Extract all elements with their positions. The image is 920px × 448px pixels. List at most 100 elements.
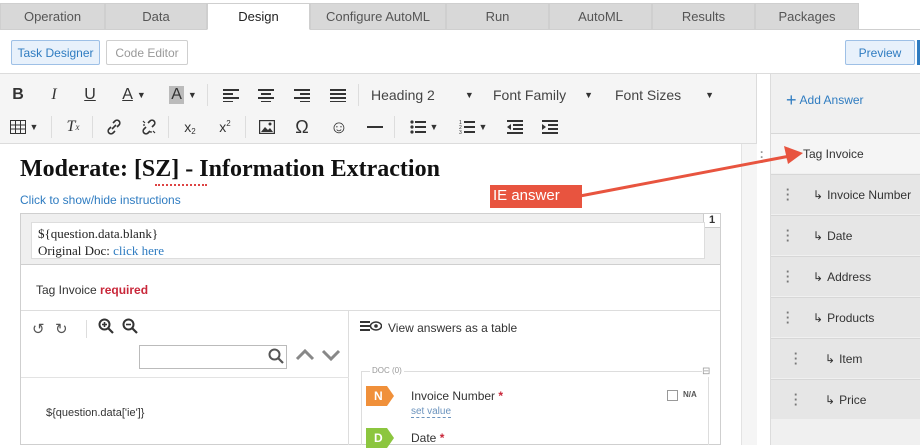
na-checkbox[interactable] [667, 390, 678, 401]
collapse-icon[interactable]: ⊟ [702, 366, 711, 377]
view-answers-table-link[interactable]: View answers as a table [360, 320, 517, 335]
sidebar-item-price[interactable]: · · · ↳ Price [771, 379, 920, 419]
drag-handle-icon[interactable]: · · · [791, 388, 801, 411]
font-family-select[interactable]: Font Family ▼ [493, 82, 598, 108]
text-color-icon[interactable]: A ▼ [114, 82, 154, 108]
image-icon[interactable] [256, 114, 278, 140]
bullet-list-icon[interactable]: ▼ [404, 114, 444, 140]
sidebar-item-tag-invoice[interactable]: · · · Tag Invoice [771, 133, 920, 173]
font-sizes-select-value: Font Sizes [615, 87, 682, 103]
code-editor-button[interactable]: Code Editor [106, 40, 188, 65]
invoice-number-field-label: Invoice Number * [411, 389, 503, 403]
search-prev-icon[interactable] [295, 348, 315, 366]
sidebar-gutter [757, 74, 770, 445]
drag-handle-icon[interactable]: · · · [783, 183, 793, 206]
superscript-icon[interactable]: x2 [214, 114, 236, 140]
hr-icon[interactable] [364, 114, 386, 140]
sidebar-item-label-text: Invoice Number [827, 187, 912, 202]
sidebar-item-date[interactable]: · · · ↳ Date [771, 215, 920, 255]
sidebar-item-address[interactable]: · · · ↳ Address [771, 256, 920, 296]
tab-automl[interactable]: AutoML [549, 3, 652, 30]
drag-handle-icon[interactable]: · · · [791, 347, 801, 370]
sidebar-item-label-text: Item [839, 351, 863, 366]
drag-handle-icon[interactable]: · · · [760, 146, 764, 168]
instructions-toggle-link[interactable]: Click to show/hide instructions [20, 193, 181, 207]
bold-icon[interactable]: B [8, 82, 28, 108]
numbered-list-icon[interactable]: 1 2 3 ▼ [453, 114, 493, 140]
tab-operation[interactable]: Operation [0, 3, 105, 30]
content-scrollbar[interactable] [741, 144, 757, 445]
set-value-link[interactable]: set value [411, 406, 452, 418]
align-center-icon[interactable] [255, 82, 277, 108]
toolbar-separator [207, 84, 208, 106]
editor-toolbar: B I U A ▼ A ▼ Heading 2 ▼ Font Family ▼ Font… [0, 74, 757, 144]
child-arrow-icon: ↳ [813, 228, 824, 243]
add-answer-label: Add Answer [799, 93, 864, 107]
highlight-icon[interactable]: A ▼ [162, 82, 204, 108]
tab-design[interactable]: Design [207, 3, 310, 30]
tab-run[interactable]: Run [446, 3, 549, 30]
drag-handle-icon[interactable]: · · · [783, 142, 793, 165]
font-sizes-select[interactable]: Font Sizes ▼ [615, 82, 720, 108]
pane-divider[interactable] [348, 311, 349, 445]
tab-packages[interactable]: Packages [755, 3, 859, 30]
subscript-icon[interactable]: x2 [179, 114, 201, 140]
unlink-icon[interactable] [138, 114, 160, 140]
sidebar-item-label: Tag Invoice [803, 146, 864, 161]
table-icon[interactable]: ▼ [8, 114, 40, 140]
child-arrow-icon: ↳ [813, 187, 824, 202]
drag-handle-icon[interactable]: · · · [783, 224, 793, 247]
omega-icon[interactable]: Ω [291, 114, 313, 140]
tab-results[interactable]: Results [652, 3, 755, 30]
toolbar-separator [92, 116, 93, 138]
italic-icon[interactable]: I [44, 82, 64, 108]
sidebar-item-label: ↳ Date [813, 229, 852, 243]
search-next-icon[interactable] [321, 348, 341, 366]
text-line-original-doc: Original Doc: click here [38, 242, 698, 259]
tab-data[interactable]: Data [105, 3, 207, 30]
preview-button[interactable]: Preview [845, 40, 915, 65]
child-arrow-icon: ↳ [813, 310, 824, 325]
zoom-out-icon[interactable] [122, 318, 138, 338]
redo-icon[interactable]: ↻ [55, 320, 68, 338]
task-designer-button[interactable]: Task Designer [11, 40, 100, 65]
underline-icon[interactable]: U [80, 82, 100, 108]
undo-icon[interactable]: ↺ [32, 320, 45, 338]
toolbar-separator [168, 116, 169, 138]
tag-label-text: Tag Invoice [36, 283, 97, 297]
sidebar-item-label: ↳ Item [825, 352, 862, 366]
date-label-text: Date [411, 431, 437, 445]
tab-configure-automl[interactable]: Configure AutoML [310, 3, 446, 30]
table-view-icon [360, 320, 383, 335]
toolbar-separator [245, 116, 246, 138]
drag-handle-icon[interactable]: · · · [783, 265, 793, 288]
clear-format-icon[interactable]: Tx [62, 114, 84, 140]
align-left-icon[interactable] [220, 82, 242, 108]
indent-icon[interactable] [539, 114, 561, 140]
zoom-in-icon[interactable] [98, 318, 114, 338]
search-icon[interactable] [268, 348, 284, 368]
align-justify-icon[interactable] [327, 82, 349, 108]
original-doc-label: Original Doc: [38, 243, 114, 258]
add-answer-button[interactable]: + Add Answer [786, 90, 864, 110]
drag-handle-icon[interactable]: · · · [783, 306, 793, 329]
sidebar-item-label-text: Address [827, 269, 872, 284]
toolbar-separator [358, 84, 359, 106]
sidebar-item-invoice-number[interactable]: · · · ↳ Invoice Number [771, 174, 920, 214]
click-here-link[interactable]: click here [113, 243, 164, 258]
align-right-icon[interactable] [291, 82, 313, 108]
link-icon[interactable] [103, 114, 125, 140]
sidebar-item-label: ↳ Products [813, 311, 874, 325]
document-search-input[interactable] [139, 345, 287, 369]
sidebar-item-label: ↳ Invoice Number [813, 188, 911, 202]
toolbar-separator [86, 320, 87, 338]
sidebar-item-products[interactable]: · · · ↳ Products [771, 297, 920, 337]
smiley-icon[interactable]: ☺ [328, 114, 350, 140]
sidebar-item-item[interactable]: · · · ↳ Item [771, 338, 920, 378]
invoice-number-label-text: Invoice Number [411, 389, 496, 403]
plus-icon: + [786, 90, 797, 110]
svg-text:3: 3 [459, 130, 462, 134]
required-asterisk: * [498, 389, 504, 403]
heading-select[interactable]: Heading 2 ▼ [371, 82, 476, 108]
outdent-icon[interactable] [504, 114, 526, 140]
